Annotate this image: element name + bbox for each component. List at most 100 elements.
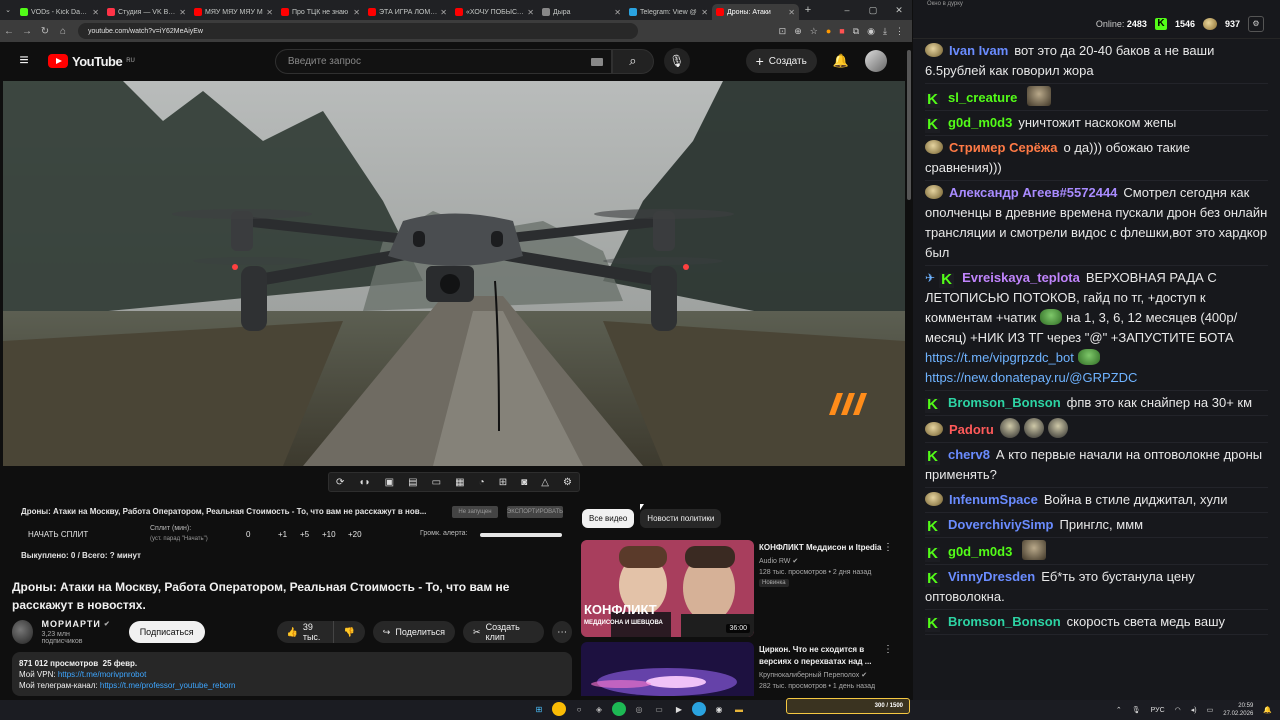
cinema-icon[interactable]: ▣ [385, 477, 394, 488]
recommended-channel[interactable]: Крупнокалиберный Переполох [759, 672, 859, 679]
add-1-button[interactable]: +1 [278, 530, 287, 539]
app-icon-folder[interactable]: ▬ [732, 702, 746, 716]
subtitles-icon[interactable]: ▤ [408, 477, 417, 488]
recommended-menu-icon[interactable]: ⋮ [883, 542, 893, 553]
chat-message[interactable]: Kg0d_m0d3 уничтожит наскоком жепы [925, 111, 1268, 136]
keyboard-icon[interactable] [590, 57, 603, 66]
screenshot-icon[interactable]: ◙ [521, 477, 527, 488]
extensions-icon[interactable]: ⧉ [853, 26, 859, 37]
chat-username[interactable]: cherv8 [948, 447, 990, 462]
description-box[interactable]: 871 012 просмотров 25 февр. Мой VPN: htt… [12, 652, 572, 696]
extension-red-icon[interactable]: ■ [839, 26, 844, 37]
search-button[interactable]: ⌕ [611, 48, 654, 74]
chat-message[interactable]: InfenumSpace Война в стиле диджитал, хули [925, 488, 1268, 513]
youtube-logo[interactable]: YouTube RU [48, 54, 135, 69]
chrome-icon[interactable] [552, 702, 566, 716]
chat-message[interactable]: ✈ K Evreiskaya_teplota ВЕРХОВНАЯ РАДА С ЛЕТ… [925, 266, 1268, 391]
chat-link[interactable]: https://new.donatepay.ru/@GRPZDC [925, 370, 1137, 385]
tab-close-icon[interactable]: ✕ [701, 8, 708, 17]
recommended-channel[interactable]: Audio RW [759, 558, 790, 565]
user-avatar[interactable] [865, 50, 887, 72]
chat-message[interactable]: K Bromson_Bonson фпв это как снайпер на 30… [925, 391, 1268, 416]
app-icon-terminal[interactable]: ▭ [652, 702, 666, 716]
loop-icon[interactable]: ⟳ [336, 477, 344, 488]
menu-icon[interactable]: ≡ [0, 52, 48, 70]
recommended-title[interactable]: КОНФЛИКТ Меддисон и Itpedia [759, 542, 889, 554]
extension-orange-icon[interactable]: ● [826, 26, 831, 37]
bookmark-star-icon[interactable]: ☆ [810, 26, 818, 37]
notifications-bell-icon[interactable]: 🔔 [833, 53, 849, 69]
add-10-button[interactable]: +10 [322, 530, 336, 539]
reload-icon[interactable]: ↻ [36, 26, 54, 37]
tab-close-icon[interactable]: ✕ [440, 8, 447, 17]
forward-icon[interactable]: → [18, 26, 36, 37]
audio-icon[interactable]: ◖◗ [358, 477, 370, 488]
tray-chevron-icon[interactable]: ⌃ [1116, 706, 1122, 714]
browser-tab[interactable]: Студия — VK Видео✕ [103, 4, 190, 20]
video-thumbnail[interactable] [581, 642, 754, 696]
add-icon[interactable]: ⊞ [499, 477, 507, 488]
browser-tab[interactable]: Дыра ✕ [538, 4, 625, 20]
app-icon-discord[interactable]: ◎ [632, 702, 646, 716]
chat-username[interactable]: sl_creature [948, 90, 1017, 105]
browser-tab[interactable]: VODs - Kick Dashb ✕ [16, 4, 103, 20]
tab-close-icon[interactable]: ✕ [527, 8, 534, 17]
start-icon[interactable]: ⊞ [532, 702, 546, 716]
translate-icon[interactable]: ⊡ [779, 26, 787, 37]
tab-search-icon[interactable]: ⌄ [0, 0, 16, 20]
profile-icon[interactable]: ◉ [867, 26, 875, 37]
chat-username[interactable]: Александр Агеев#5572444 [949, 185, 1117, 200]
browser-tab[interactable]: Дроны: Атаки ✕ [712, 4, 799, 20]
page-scrollbar[interactable] [906, 42, 912, 694]
chat-message[interactable]: Ivan Ivam вот это да 20-40 баков а не ваш… [925, 39, 1268, 84]
vpn-link[interactable]: https://t.me/morivpnrobot [58, 670, 146, 679]
chat-username[interactable]: Bromson_Bonson [948, 395, 1061, 410]
chat-settings-icon[interactable]: ⚙ [1248, 15, 1264, 32]
tab-close-icon[interactable]: ✕ [353, 8, 360, 17]
chat-message[interactable]: K VinnyDresden Еб*ть это бустанула цену оп… [925, 565, 1268, 610]
notification-bell-icon[interactable]: 🔔 [1263, 706, 1272, 714]
chat-username[interactable]: Padoru [949, 422, 994, 437]
app-icon-player[interactable]: ▶ [672, 702, 686, 716]
chat-message[interactable]: Kcherv8 А кто первые начали на оптоволокн… [925, 443, 1268, 488]
app-icon-obs[interactable]: ◉ [712, 702, 726, 716]
chat-message[interactable]: Стример Серёжа о да))) обожаю такие сравн… [925, 136, 1268, 181]
share-button[interactable]: ↪ Поделиться [372, 621, 456, 643]
recommended-title[interactable]: Циркон. Что не сходится в версиях о пере… [759, 644, 889, 668]
browser-tab[interactable]: МЯУ МЯУ МЯУ М ✕ [190, 4, 277, 20]
export-button[interactable]: ЭКСПОРТИРОВАТЬ [507, 506, 563, 518]
miniplayer-icon[interactable]: ▦ [455, 477, 464, 488]
tab-close-icon[interactable]: ✕ [92, 8, 99, 17]
tray-mic-icon[interactable]: 🎙 [1132, 706, 1141, 714]
new-tab-button[interactable]: + [799, 4, 817, 16]
chat-link[interactable]: https://t.me/vipgrpzdc_bot [925, 350, 1074, 365]
lab-icon[interactable]: △ [541, 477, 549, 488]
frame-icon[interactable]: ▭ [432, 477, 441, 488]
scrollbar-thumb[interactable] [907, 50, 911, 200]
speed-icon[interactable]: ◔ [479, 477, 485, 488]
settings-gear-icon[interactable]: ⚙ [563, 477, 572, 488]
spotify-icon[interactable] [612, 702, 626, 716]
chat-message[interactable]: Padoru [925, 416, 1268, 443]
chat-message[interactable]: Ksl_creature [925, 84, 1268, 111]
recommended-video[interactable]: Циркон. Что не сходится в версиях о пере… [581, 642, 901, 696]
clip-button[interactable]: ✂ Создать клип [463, 621, 545, 643]
home-icon[interactable]: ⌂ [54, 26, 72, 37]
close-window-icon[interactable]: ✕ [886, 0, 912, 20]
chat-message[interactable]: Александр Агеев#5572444 Смотрел сегодня к… [925, 181, 1268, 266]
zoom-icon[interactable]: ⊕ [794, 26, 802, 37]
browser-tab[interactable]: «ХОЧУ ПОБЫСТРЕ ✕ [451, 4, 538, 20]
chat-username[interactable]: Ivan Ivam [949, 43, 1008, 58]
chat-username[interactable]: g0d_m0d3 [948, 544, 1012, 559]
chat-username[interactable]: Evreiskaya_teplota [962, 270, 1080, 285]
tab-close-icon[interactable]: ✕ [179, 8, 186, 17]
voice-search-button[interactable]: 🎙 [663, 48, 690, 74]
battery-icon[interactable]: ▭ [1207, 706, 1214, 714]
video-thumbnail[interactable]: КОНФЛИКТ МЕДДИСОНА И ШЕВЦОВА 36:00 [581, 540, 754, 637]
clock[interactable]: 20:59 27.02.2026 [1223, 702, 1253, 718]
tab-close-icon[interactable]: ✕ [788, 8, 795, 17]
subscribe-button[interactable]: Подписаться [128, 621, 205, 643]
search-taskbar-icon[interactable]: ○ [572, 702, 586, 716]
volume-icon[interactable]: ◂) [1191, 706, 1197, 714]
chat-username[interactable]: Bromson_Bonson [948, 614, 1061, 629]
